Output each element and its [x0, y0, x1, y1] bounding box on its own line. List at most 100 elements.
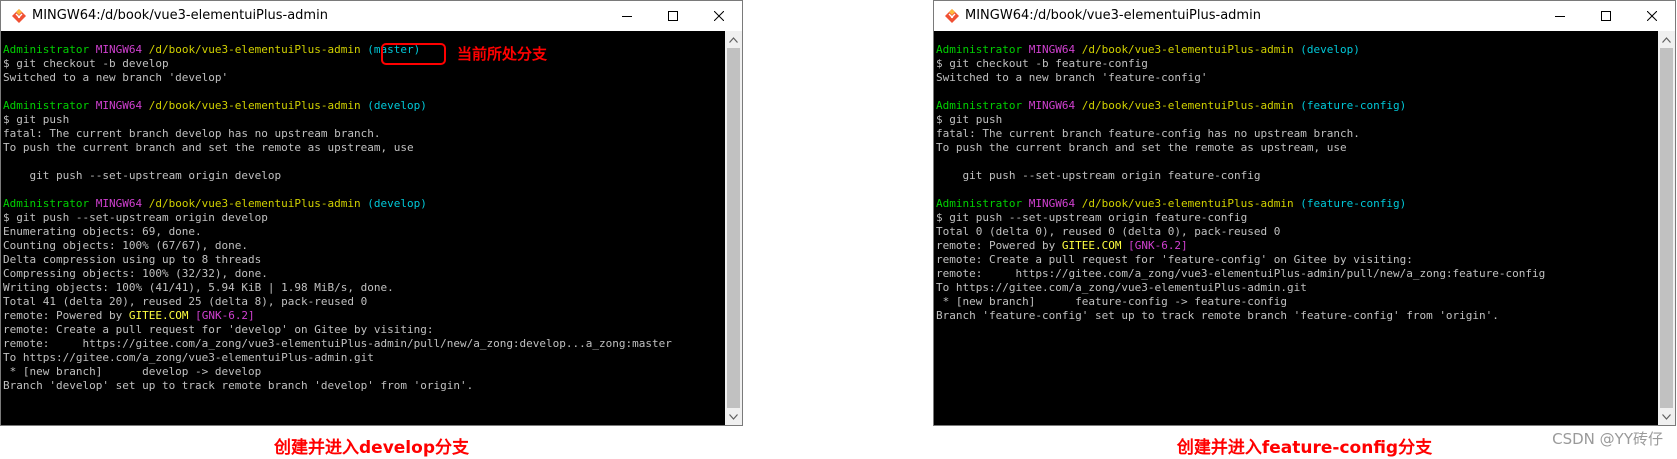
terminal-line: remote: Powered by GITEE.COM [GNK-6.2]: [936, 239, 1658, 253]
scroll-down-arrow-icon: [1662, 413, 1671, 420]
terminal-text-segment: [GNK-6.2]: [1128, 239, 1188, 252]
terminal-line: To push the current branch and set the r…: [3, 141, 725, 155]
terminal-line: To push the current branch and set the r…: [936, 141, 1658, 155]
git-bash-icon: [944, 8, 960, 24]
vertical-scrollbar[interactable]: [725, 31, 742, 425]
terminal-text-segment: * [new branch] develop -> develop: [3, 365, 262, 378]
minimize-button[interactable]: [1537, 1, 1583, 31]
terminal-text-segment: /d/book/vue3-elementuiPlus-admin: [1081, 43, 1294, 56]
watermark: CSDN @YY砖仔: [1552, 430, 1663, 448]
terminal-line: remote: Create a pull request for 'devel…: [3, 323, 725, 337]
terminal-text-segment: (develop): [367, 197, 427, 210]
terminal-line: $ git push --set-upstream origin feature…: [936, 211, 1658, 225]
terminal-line: $ git push: [3, 113, 725, 127]
terminal-text-segment: Writing objects: 100% (41/41), 5.94 KiB …: [3, 281, 394, 294]
terminal-text-segment: Delta compression using up to 8 threads: [3, 253, 262, 266]
terminal-line: Branch 'feature-config' set up to track …: [936, 309, 1658, 323]
terminal-line: Compressing objects: 100% (32/32), done.: [3, 267, 725, 281]
title-bar[interactable]: MINGW64:/d/book/vue3-elementuiPlus-admin: [1, 1, 742, 31]
terminal-text-segment: To push the current branch and set the r…: [936, 141, 1347, 154]
terminal-line: $ git push --set-upstream origin develop: [3, 211, 725, 225]
terminal-text-segment: Branch 'develop' set up to track remote …: [3, 379, 474, 392]
terminal-text-segment: Total 41 (delta 20), reused 25 (delta 8)…: [3, 295, 368, 308]
terminal-line: To https://gitee.com/a_zong/vue3-element…: [936, 281, 1658, 295]
terminal-lines: Administrator MINGW64 /d/book/vue3-eleme…: [934, 31, 1658, 323]
terminal-output[interactable]: Administrator MINGW64 /d/book/vue3-eleme…: [934, 31, 1658, 425]
terminal-line: Administrator MINGW64 /d/book/vue3-eleme…: [3, 99, 725, 113]
terminal-window-left[interactable]: MINGW64:/d/book/vue3-elementuiPlus-admin…: [0, 0, 743, 426]
terminal-text-segment: remote: Create a pull request for 'devel…: [3, 323, 434, 336]
terminal-lines: Administrator MINGW64 /d/book/vue3-eleme…: [1, 31, 725, 393]
terminal-text-segment: MINGW64: [95, 99, 143, 112]
terminal-text-segment: remote: Powered by: [936, 239, 1062, 252]
terminal-line: Enumerating objects: 69, done.: [3, 225, 725, 239]
title-bar[interactable]: MINGW64:/d/book/vue3-elementuiPlus-admin: [934, 1, 1675, 31]
terminal-line: Administrator MINGW64 /d/book/vue3-eleme…: [936, 99, 1658, 113]
scroll-up-button[interactable]: [725, 31, 742, 48]
terminal-text-segment: MINGW64: [95, 43, 143, 56]
terminal-text-segment: Administrator: [3, 99, 90, 112]
close-button[interactable]: [696, 1, 742, 31]
terminal-line: remote: Create a pull request for 'featu…: [936, 253, 1658, 267]
terminal-line: $ git checkout -b develop: [3, 57, 725, 71]
terminal-line: Switched to a new branch 'develop': [3, 71, 725, 85]
terminal-text-segment: $ git push: [936, 113, 1003, 126]
scroll-track[interactable]: [725, 48, 742, 408]
terminal-text-segment: MINGW64: [95, 197, 143, 210]
terminal-text-segment: remote: Powered by: [3, 309, 129, 322]
terminal-text-segment: remote: Create a pull request for 'featu…: [936, 253, 1413, 266]
terminal-output[interactable]: Administrator MINGW64 /d/book/vue3-eleme…: [1, 31, 725, 425]
terminal-text-segment: $ git push --set-upstream origin feature…: [936, 211, 1248, 224]
minimize-icon: [622, 16, 632, 17]
terminal-text-segment: $ git push --set-upstream origin develop: [3, 211, 268, 224]
terminal-text-segment: Compressing objects: 100% (32/32), done.: [3, 267, 268, 280]
scroll-thumb[interactable]: [1660, 48, 1673, 408]
close-icon: [1647, 11, 1657, 21]
close-icon: [714, 11, 724, 21]
terminal-line: Switched to a new branch 'feature-config…: [936, 71, 1658, 85]
scroll-track[interactable]: [1658, 48, 1675, 408]
maximize-icon: [668, 11, 678, 21]
terminal-text-segment: git push --set-upstream origin feature-c…: [936, 169, 1261, 182]
terminal-line: Administrator MINGW64 /d/book/vue3-eleme…: [3, 197, 725, 211]
terminal-text-segment: GITEE.COM: [128, 309, 189, 322]
close-button[interactable]: [1629, 1, 1675, 31]
terminal-text-segment: Administrator: [936, 197, 1023, 210]
terminal-text-segment: To push the current branch and set the r…: [3, 141, 414, 154]
current-branch-annotation: 当前所处分支: [457, 45, 548, 63]
scroll-down-button[interactable]: [1658, 408, 1675, 425]
vertical-scrollbar[interactable]: [1658, 31, 1675, 425]
terminal-text-segment: Administrator: [936, 99, 1023, 112]
terminal-text-segment: /d/book/vue3-elementuiPlus-admin: [148, 99, 361, 112]
maximize-button[interactable]: [1583, 1, 1629, 31]
scroll-up-button[interactable]: [1658, 31, 1675, 48]
terminal-line: Administrator MINGW64 /d/book/vue3-eleme…: [936, 43, 1658, 57]
scroll-down-button[interactable]: [725, 408, 742, 425]
maximize-button[interactable]: [650, 1, 696, 31]
scroll-thumb[interactable]: [727, 48, 740, 408]
terminal-line: fatal: The current branch develop has no…: [3, 127, 725, 141]
terminal-text-segment: /d/book/vue3-elementuiPlus-admin: [148, 197, 361, 210]
terminal-text-segment: * [new branch] feature-config -> feature…: [936, 295, 1287, 308]
terminal-text-segment: MINGW64: [1028, 197, 1076, 210]
terminal-text-segment: Switched to a new branch 'develop': [3, 71, 229, 84]
minimize-button[interactable]: [604, 1, 650, 31]
terminal-line: git push --set-upstream origin feature-c…: [936, 169, 1658, 183]
terminal-window-right[interactable]: MINGW64:/d/book/vue3-elementuiPlus-admin…: [933, 0, 1676, 426]
terminal-line: fatal: The current branch feature-config…: [936, 127, 1658, 141]
terminal-line: remote: Powered by GITEE.COM [GNK-6.2]: [3, 309, 725, 323]
terminal-line: Counting objects: 100% (67/67), done.: [3, 239, 725, 253]
current-branch-highlight: [381, 43, 446, 65]
terminal-text-segment: To https://gitee.com/a_zong/vue3-element…: [3, 351, 374, 364]
